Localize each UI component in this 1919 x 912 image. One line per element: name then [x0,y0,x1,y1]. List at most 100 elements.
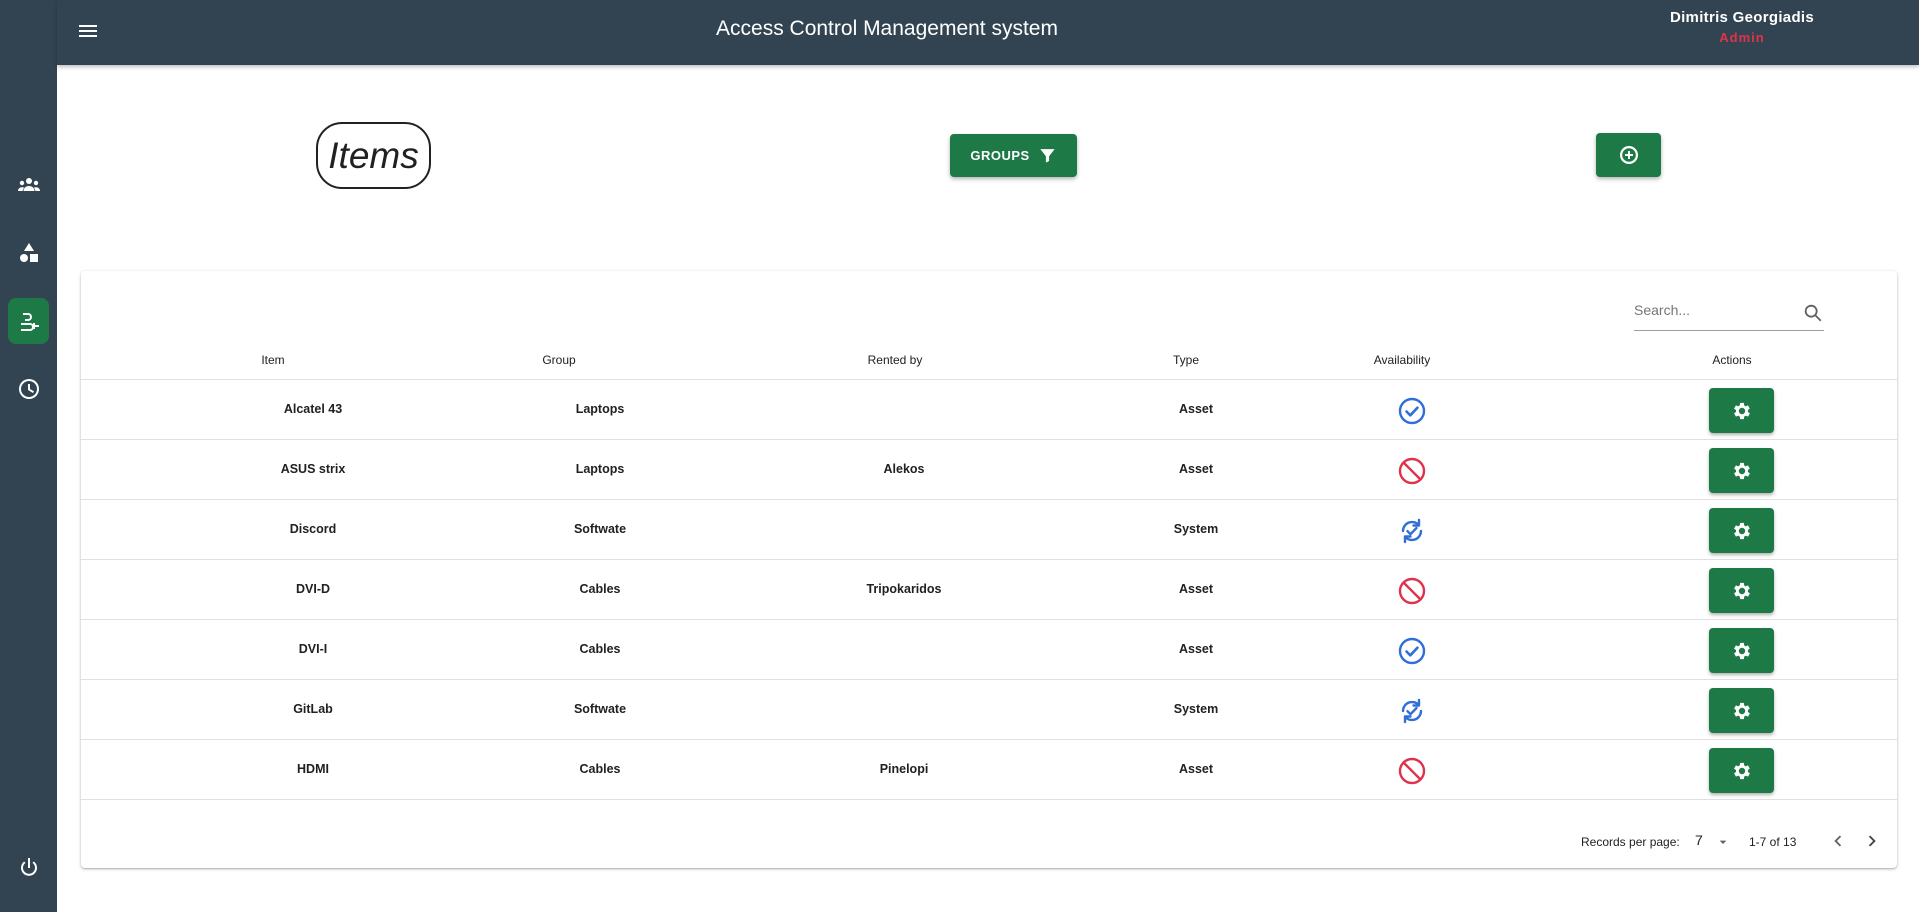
availability-status [1397,756,1427,786]
column-header-rented-by[interactable]: Rented by [813,353,977,367]
records-per-page-label: Records per page: [1581,835,1680,849]
cell-item: HDMI [297,762,329,776]
cell-item: DVI-D [295,582,331,596]
cell-item: Discord [289,522,337,536]
cell-group: Laptops [575,462,625,476]
check-circle-icon [1398,637,1426,665]
table-header: Item Group Rented by Type Availability A… [81,339,1897,380]
page-range: 1-7 of 13 [1749,835,1797,849]
sidebar-item-history[interactable] [8,366,49,412]
cell-type: Asset [1178,402,1214,416]
table-row: DVI-I Cables Asset [81,620,1897,680]
records-per-page-dropdown[interactable] [1715,834,1731,850]
cell-group: Cables [579,642,621,656]
item-settings-button[interactable] [1709,748,1774,793]
previous-page-button[interactable] [1827,830,1849,852]
table-row: GitLab Softwate System [81,680,1897,740]
user-name: Dimitris Georgiadis [1669,9,1815,26]
sidebar-item-groups[interactable] [8,230,49,276]
logout-button[interactable] [8,845,49,891]
cell-type: Asset [1178,762,1214,776]
cell-rented-by: Tripokaridos [866,582,942,596]
gear-icon [1733,702,1750,719]
filter-icon [1040,149,1055,163]
blocked-icon [1398,457,1426,485]
cell-rented-by: Pinelopi [879,762,929,776]
item-settings-button[interactable] [1709,628,1774,673]
add-item-button[interactable] [1596,133,1661,177]
table-row: ASUS strix Laptops Alekos Asset [81,440,1897,500]
cell-type: System [1173,522,1219,536]
table-row: Discord Softwate System [81,500,1897,560]
cell-item: DVI-I [298,642,328,656]
availability-status [1397,576,1427,606]
cell-group: Cables [579,582,621,596]
cell-item: GitLab [293,702,333,716]
sync-check-icon [1401,518,1423,544]
blocked-icon [1398,757,1426,785]
gear-icon [1733,402,1750,419]
gear-icon [1733,642,1750,659]
groups-button-label: GROUPS [970,148,1030,163]
cell-group: Softwate [573,522,627,536]
gear-icon [1733,762,1750,779]
sidebar-item-items[interactable] [8,298,49,344]
table-row: DVI-D Cables Tripokaridos Asset [81,560,1897,620]
groups-filter-button[interactable]: GROUPS [950,134,1077,177]
sync-check-icon [1401,698,1423,724]
records-per-page-select[interactable]: 7 [1695,832,1703,848]
column-header-actions: Actions [1712,353,1752,367]
column-header-item[interactable]: Item [191,353,355,367]
chevron-left-icon [1834,835,1842,847]
table-row: HDMI Cables Pinelopi Asset [81,740,1897,800]
item-settings-button[interactable] [1709,508,1774,553]
cell-item: ASUS strix [280,462,346,476]
availability-status [1397,636,1427,666]
page-title: Items [316,122,431,189]
search-field[interactable] [1634,295,1824,331]
cell-group: Softwate [573,702,627,716]
cell-type: Asset [1178,582,1214,596]
item-settings-button[interactable] [1709,448,1774,493]
top-app-bar: Access Control Management system Dimitri… [57,0,1919,65]
shapes-icon [19,243,38,262]
cell-type: Asset [1178,462,1214,476]
people-icon [17,178,40,191]
power-icon [20,858,37,876]
search-icon[interactable] [1802,302,1824,324]
sidebar-item-users[interactable] [8,162,49,208]
next-page-button[interactable] [1861,830,1883,852]
table-pagination: Records per page: 7 1-7 of 13 [81,818,1897,868]
availability-status [1397,516,1427,546]
caret-down-icon [1719,840,1727,844]
gear-icon [1733,582,1750,599]
item-settings-button[interactable] [1709,568,1774,613]
app-title: Access Control Management system [716,17,1058,40]
cell-group: Laptops [575,402,625,416]
chevron-right-icon [1868,835,1876,847]
item-settings-button[interactable] [1709,688,1774,733]
gear-icon [1733,522,1750,539]
table-row: Alcatel 43 Laptops Asset [81,380,1897,440]
user-role: Admin [1719,30,1765,45]
availability-status [1397,696,1427,726]
clock-icon [18,379,39,399]
column-header-availability[interactable]: Availability [1320,353,1484,367]
column-header-type[interactable]: Type [1104,353,1268,367]
column-header-group[interactable]: Group [477,353,641,367]
availability-status [1397,456,1427,486]
check-circle-icon [1398,397,1426,425]
user-info: Dimitris Georgiadis Admin [1657,9,1827,45]
add-circle-icon [1619,146,1638,164]
gear-icon [1733,462,1750,479]
items-table-card: Item Group Rented by Type Availability A… [81,271,1897,868]
availability-status [1397,396,1427,426]
cell-group: Cables [579,762,621,776]
search-input[interactable] [1634,297,1794,323]
cell-type: Asset [1178,642,1214,656]
blocked-icon [1398,577,1426,605]
items-icon [20,313,39,331]
item-settings-button[interactable] [1709,388,1774,433]
cell-type: System [1173,702,1219,716]
cell-rented-by: Alekos [883,462,925,476]
